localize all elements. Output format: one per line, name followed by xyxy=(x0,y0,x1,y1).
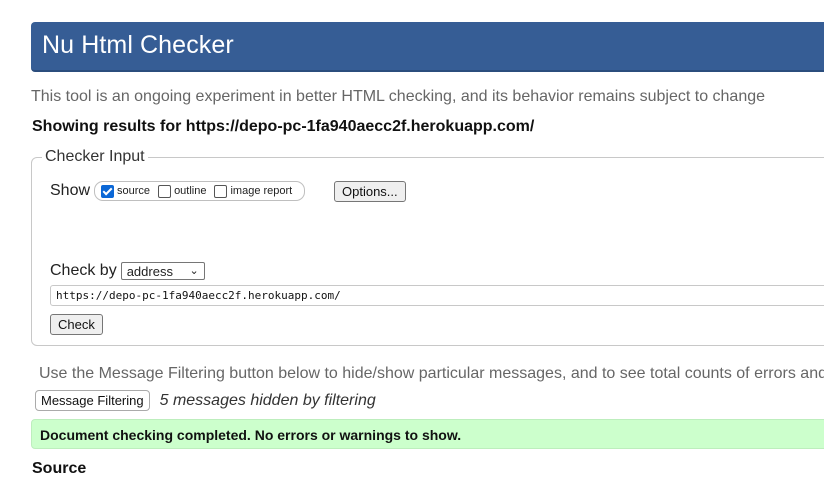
show-row: Show source outline image report xyxy=(50,181,306,201)
check-by-row: Check by address ⌄ xyxy=(50,262,205,280)
source-checkbox[interactable] xyxy=(101,184,115,198)
show-outline-option[interactable]: outline xyxy=(156,184,207,198)
filter-row: Message Filtering 5 messages hidden by f… xyxy=(35,390,376,411)
outline-checkbox[interactable] xyxy=(158,184,172,198)
hidden-messages-count: 5 messages hidden by filtering xyxy=(159,391,376,409)
check-by-value: address xyxy=(126,263,173,279)
check-by-label: Check by xyxy=(50,262,117,279)
show-source-option[interactable]: source xyxy=(99,184,151,198)
url-input[interactable]: https://depo-pc-1fa940aecc2f.herokuapp.c… xyxy=(50,285,824,306)
status-success-banner: Document checking completed. No errors o… xyxy=(31,419,824,449)
show-image-report-option[interactable]: image report xyxy=(212,184,293,198)
image-report-label: image report xyxy=(230,185,293,197)
page-title: Nu Html Checker xyxy=(42,31,234,59)
chevron-down-icon: ⌄ xyxy=(189,265,199,277)
source-label: source xyxy=(117,185,151,197)
check-by-select[interactable]: address ⌄ xyxy=(120,262,205,280)
source-heading: Source xyxy=(32,460,87,477)
header-bar: Nu Html Checker xyxy=(31,22,824,72)
results-heading: Showing results for https://depo-pc-1fa9… xyxy=(32,118,535,135)
show-options-group: source outline image report xyxy=(94,181,306,201)
check-button[interactable]: Check xyxy=(50,314,103,335)
image-report-checkbox[interactable] xyxy=(214,184,228,198)
checker-input-legend: Checker Input xyxy=(45,148,145,165)
outline-label: outline xyxy=(174,185,207,197)
filter-info-text: Use the Message Filtering button below t… xyxy=(39,365,824,382)
intro-text: This tool is an ongoing experiment in be… xyxy=(31,88,766,105)
show-label: Show xyxy=(50,182,91,199)
checker-input-fieldset: Checker Input xyxy=(31,148,824,346)
options-button[interactable]: Options... xyxy=(334,181,406,202)
message-filtering-button[interactable]: Message Filtering xyxy=(35,390,150,411)
